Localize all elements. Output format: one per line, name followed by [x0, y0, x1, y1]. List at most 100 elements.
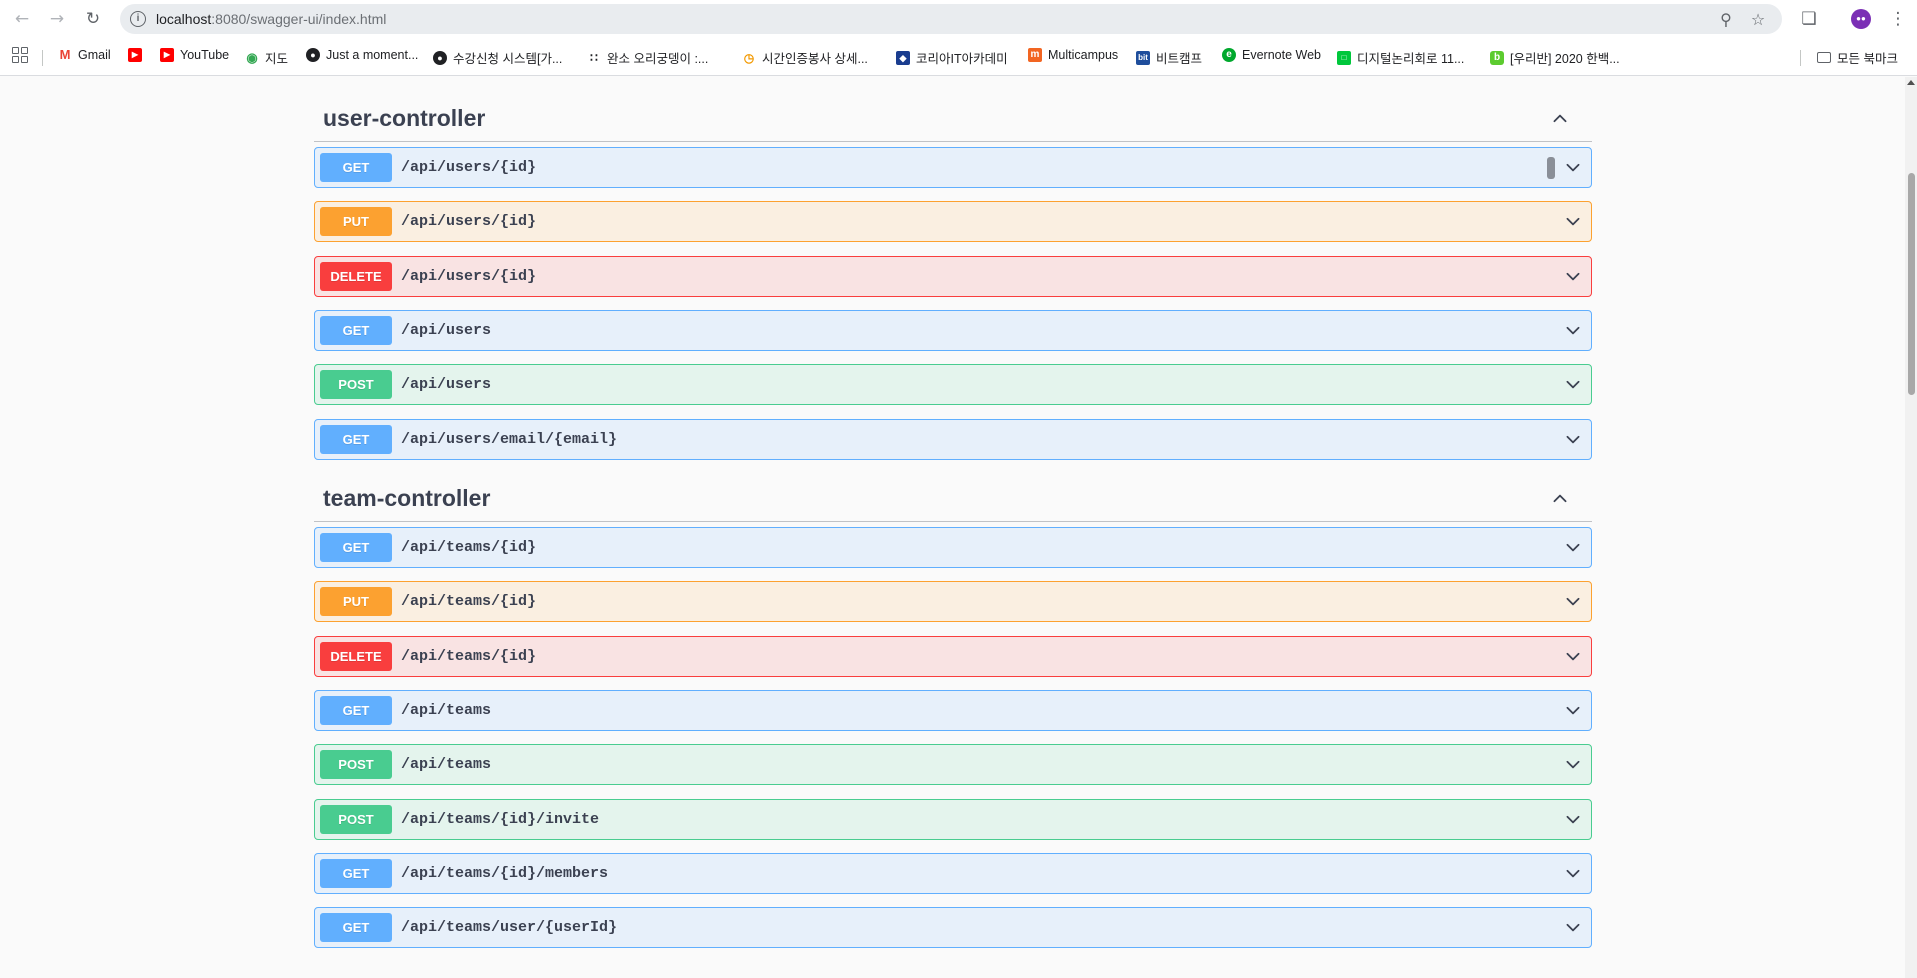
back-arrow-icon[interactable]: ← [10, 7, 34, 31]
all-bookmarks[interactable]: 모든 북마크 [1817, 48, 1898, 67]
operation-path: /api/users/{id} [401, 213, 537, 230]
chevron-down-icon[interactable] [1565, 540, 1581, 556]
method-badge: PUT [320, 587, 392, 616]
authorization-lock-icon[interactable] [1547, 157, 1555, 179]
method-badge: POST [320, 370, 392, 399]
chevron-down-icon[interactable] [1565, 160, 1581, 176]
operation-path: /api/teams/{id}/invite [401, 811, 600, 828]
operation-path: /api/users [401, 376, 492, 393]
maps-pin-icon: ◉ [246, 49, 258, 65]
reload-icon[interactable]: ↻ [81, 7, 105, 31]
bookmark-course-registration[interactable]: ● 수강신청 시스템[가... [433, 48, 562, 67]
chevron-up-icon[interactable] [1552, 110, 1568, 126]
chevron-down-icon[interactable] [1565, 812, 1581, 828]
operation-path: /api/users/email/{email} [401, 431, 618, 448]
method-badge: PUT [320, 207, 392, 236]
operation-path: /api/users/{id} [401, 159, 537, 176]
chevron-down-icon[interactable] [1565, 866, 1581, 882]
chevron-down-icon[interactable] [1565, 269, 1581, 285]
bookmark-youtube-1[interactable]: ▶ [128, 48, 148, 62]
bookmarks-divider [42, 50, 43, 66]
chevron-down-icon[interactable] [1565, 703, 1581, 719]
gmail-icon: M [59, 47, 71, 62]
operation-get[interactable]: GET/api/teams/user/{userId} [314, 907, 1592, 948]
address-bar[interactable]: i localhost:8080/swagger-ui/index.html ⚲… [120, 4, 1782, 34]
globe-icon: ● [433, 50, 447, 65]
scrollbar-thumb[interactable] [1908, 173, 1915, 395]
operation-post[interactable]: POST/api/teams [314, 744, 1592, 785]
extensions-icon[interactable]: ❏ [1797, 7, 1821, 31]
section-header-user-controller[interactable]: user-controller [314, 98, 1592, 142]
operation-post[interactable]: POST/api/teams/{id}/invite [314, 799, 1592, 840]
method-badge: POST [320, 750, 392, 779]
method-badge: GET [320, 533, 392, 562]
url-text[interactable]: localhost:8080/swagger-ui/index.html [156, 11, 386, 27]
bookmark-ori[interactable]: ∷ 완소 오리궁뎅이 :... [587, 48, 708, 67]
operation-get[interactable]: GET/api/users/email/{email} [314, 419, 1592, 460]
bookmark-just-a-moment[interactable]: ● Just a moment... [306, 48, 418, 62]
zoom-icon[interactable]: ⚲ [1716, 10, 1736, 30]
menu-kebab-icon[interactable]: ⋮ [1886, 7, 1910, 31]
operation-put[interactable]: PUT/api/users/{id} [314, 201, 1592, 242]
method-badge: GET [320, 913, 392, 942]
multicampus-icon: m [1028, 48, 1042, 62]
bookmark-multicampus[interactable]: m Multicampus [1028, 48, 1118, 62]
method-badge: DELETE [320, 642, 392, 671]
method-badge: DELETE [320, 262, 392, 291]
chevron-down-icon[interactable] [1565, 377, 1581, 393]
operation-path: /api/teams/{id}/members [401, 865, 609, 882]
bookmark-star-icon[interactable]: ☆ [1748, 10, 1768, 30]
bookmark-bitcamp[interactable]: bit 비트캠프 [1136, 48, 1202, 67]
operation-path: /api/teams/user/{userId} [401, 919, 618, 936]
shield-icon: ◆ [896, 50, 910, 65]
dots-icon: ∷ [590, 50, 598, 65]
bookmark-uriban[interactable]: b [우리반] 2020 한백... [1490, 48, 1620, 67]
globe-icon: ● [306, 48, 320, 62]
bookmark-digital-logic[interactable]: □ 디지털논리회로 11... [1337, 48, 1464, 67]
operation-put[interactable]: PUT/api/teams/{id} [314, 581, 1592, 622]
operation-path: /api/users [401, 322, 492, 339]
profile-avatar[interactable]: ●● [1851, 9, 1871, 29]
operation-get[interactable]: GET/api/users [314, 310, 1592, 351]
method-badge: GET [320, 696, 392, 725]
clock-icon: ◷ [743, 50, 755, 65]
folder-icon [1817, 52, 1831, 63]
chevron-down-icon[interactable] [1565, 594, 1581, 610]
bookmark-gmail[interactable]: M Gmail [58, 47, 111, 63]
operation-get[interactable]: GET/api/teams/{id} [314, 527, 1592, 568]
bookmark-youtube[interactable]: ▶ YouTube [160, 48, 229, 62]
youtube-icon: ▶ [160, 48, 174, 62]
bookmark-evernote[interactable]: e Evernote Web [1222, 48, 1321, 62]
page-scrollbar[interactable] [1905, 77, 1917, 978]
operation-delete[interactable]: DELETE/api/users/{id} [314, 256, 1592, 297]
chevron-down-icon[interactable] [1565, 323, 1581, 339]
operation-get[interactable]: GET/api/users/{id} [314, 147, 1592, 188]
chevron-down-icon[interactable] [1565, 214, 1581, 230]
bookmark-volunteer[interactable]: ◷ 시간인증봉사 상세... [742, 48, 868, 67]
chevron-up-icon[interactable] [1552, 490, 1568, 506]
operation-path: /api/teams [401, 756, 492, 773]
operation-delete[interactable]: DELETE/api/teams/{id} [314, 636, 1592, 677]
section-title[interactable]: user-controller [323, 105, 485, 132]
chevron-down-icon[interactable] [1565, 757, 1581, 773]
scroll-up-arrow-icon[interactable] [1907, 80, 1915, 85]
section-header-team-controller[interactable]: team-controller [314, 478, 1592, 522]
operation-post[interactable]: POST/api/users [314, 364, 1592, 405]
site-info-icon[interactable]: i [130, 11, 146, 27]
operation-path: /api/teams [401, 702, 492, 719]
bookmark-korea-it[interactable]: ◆ 코리아IT아카데미 [896, 48, 1008, 67]
method-badge: GET [320, 153, 392, 182]
operation-path: /api/users/{id} [401, 268, 537, 285]
bookmark-maps[interactable]: ◉ 지도 [245, 48, 288, 67]
operation-get[interactable]: GET/api/teams [314, 690, 1592, 731]
operation-get[interactable]: GET/api/teams/{id}/members [314, 853, 1592, 894]
chevron-down-icon[interactable] [1565, 649, 1581, 665]
chevron-down-icon[interactable] [1565, 432, 1581, 448]
bitcamp-icon: bit [1136, 50, 1150, 65]
forward-arrow-icon[interactable]: → [45, 7, 69, 31]
method-badge: GET [320, 425, 392, 454]
section-title[interactable]: team-controller [323, 485, 490, 512]
operation-path: /api/teams/{id} [401, 593, 537, 610]
apps-grid-icon[interactable] [12, 47, 28, 63]
chevron-down-icon[interactable] [1565, 920, 1581, 936]
